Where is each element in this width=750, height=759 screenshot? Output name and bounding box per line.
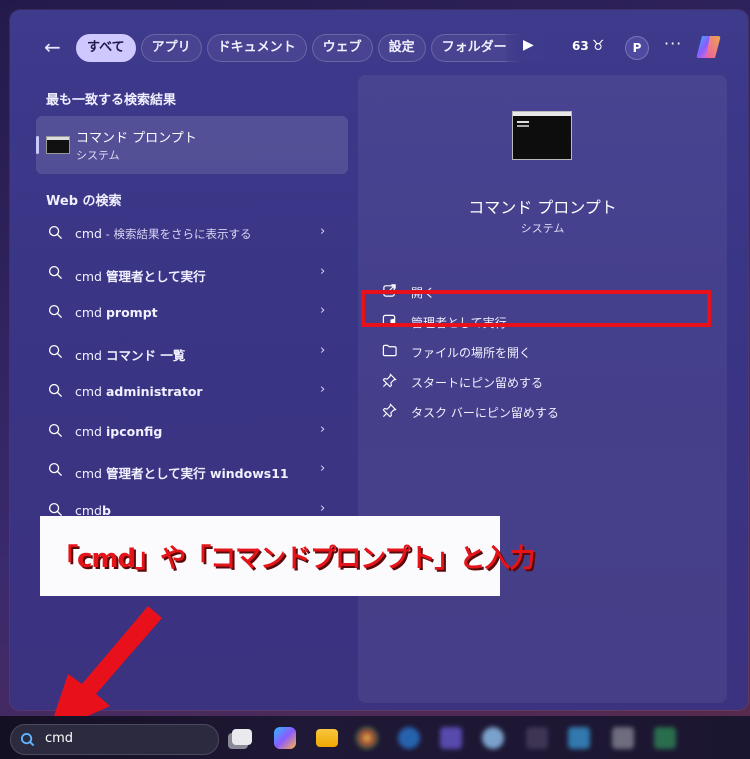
filter-bar: ← すべて アプリ ドキュメント ウェブ 設定 フォルダー ▶ 63 ♉ P ··… — [10, 34, 748, 62]
app-icon[interactable] — [526, 727, 548, 749]
chevron-right-icon: › — [320, 382, 326, 397]
search-icon — [48, 344, 63, 358]
search-icon — [48, 423, 63, 437]
file-explorer-icon[interactable] — [316, 729, 338, 747]
best-match-name: コマンド プロンプト — [76, 131, 197, 146]
web-result-label: cmd 管理者として実行 — [75, 268, 206, 284]
chevron-right-icon: › — [320, 342, 326, 358]
chrome-icon[interactable] — [356, 727, 378, 749]
web-result-item[interactable]: cmd 管理者として実行 windows11 › — [36, 452, 348, 492]
web-result-item[interactable]: cmd administrator › — [36, 373, 348, 413]
app-icon[interactable] — [398, 727, 420, 749]
web-result-item[interactable]: cmd prompt › — [36, 294, 348, 334]
annotation-banner: 「cmd」や「コマンドプロンプト」と入力 — [40, 516, 535, 596]
action-open-file-location[interactable]: ファイルの場所を開く — [372, 336, 712, 366]
best-match-item[interactable]: コマンド プロンプト システム — [36, 116, 348, 174]
more-options-icon[interactable]: ··· — [664, 34, 682, 53]
web-result-item[interactable]: cmd コマンド 一覧 › — [36, 334, 348, 374]
search-icon — [48, 225, 63, 240]
rewards-points[interactable]: 63 ♉ — [572, 38, 604, 54]
highlight-box — [361, 290, 711, 327]
command-prompt-large-icon — [512, 111, 572, 160]
chip-all[interactable]: すべて — [76, 34, 136, 62]
action-pin-to-taskbar[interactable]: タスク バーにピン留めする — [372, 396, 712, 426]
web-result-label: cmd administrator — [75, 384, 203, 399]
filter-chips: すべて アプリ ドキュメント ウェブ 設定 フォルダー — [76, 34, 535, 62]
copilot-taskbar-icon[interactable] — [274, 727, 296, 749]
detail-title: コマンド プロンプト — [468, 198, 617, 217]
folder-icon — [382, 344, 397, 357]
app-icon[interactable] — [482, 727, 504, 749]
web-result-label: cmd - 検索結果をさらに表示する — [75, 226, 252, 241]
chevron-right-icon: › — [320, 224, 326, 239]
search-icon — [48, 265, 63, 279]
web-result-label: cmd コマンド 一覧 — [75, 347, 186, 363]
app-icon[interactable] — [612, 727, 634, 749]
web-search-heading: Web の検索 — [46, 194, 122, 209]
copilot-icon[interactable] — [696, 34, 724, 60]
web-result-label: cmd 管理者として実行 windows11 — [75, 466, 289, 481]
task-view-icon[interactable] — [232, 729, 252, 745]
more-filters-button[interactable]: ▶ — [506, 34, 546, 62]
search-input[interactable]: cmd — [45, 731, 73, 746]
chevron-right-icon: › — [320, 500, 326, 516]
chevron-right-icon: › — [320, 461, 326, 476]
search-icon — [20, 732, 35, 747]
search-icon — [48, 304, 63, 319]
chevron-right-icon: › — [320, 303, 326, 318]
chevron-right-icon: › — [320, 263, 326, 279]
taskbar: cmd — [0, 716, 750, 759]
app-icon[interactable] — [568, 727, 590, 749]
annotation-text: 「cmd」や「コマンドプロンプト」と入力 — [52, 544, 535, 574]
chevron-right-icon: › — [320, 421, 326, 437]
selection-indicator — [36, 136, 39, 154]
search-icon — [48, 383, 63, 398]
chip-apps[interactable]: アプリ — [140, 34, 202, 62]
best-match-heading: 最も一致する検索結果 — [46, 93, 177, 108]
action-pin-to-start[interactable]: スタートにピン留めする — [372, 366, 712, 396]
play-icon: ▶ — [523, 37, 534, 53]
chip-documents[interactable]: ドキュメント — [206, 34, 307, 62]
detail-pane: コマンド プロンプト システム 開く 管理者として実行 ファイルの場所を開く ス… — [358, 75, 727, 703]
app-icon[interactable] — [654, 727, 676, 749]
chip-web[interactable]: ウェブ — [311, 34, 373, 62]
taskbar-search-box[interactable]: cmd — [10, 724, 219, 755]
medal-icon: ♉ — [591, 38, 605, 54]
web-results-list: cmd - 検索結果をさらに表示する › cmd 管理者として実行 › cmd prom… — [36, 215, 348, 531]
web-result-item[interactable]: cmd ipconfig › — [36, 413, 348, 453]
web-result-label: cmd prompt — [75, 305, 158, 320]
pin-icon — [382, 373, 397, 388]
command-prompt-icon — [46, 136, 70, 154]
best-match-type: システム — [76, 149, 120, 162]
web-result-label: cmd ipconfig — [75, 423, 163, 439]
web-result-item[interactable]: cmd - 検索結果をさらに表示する › — [36, 215, 348, 255]
search-icon — [48, 462, 63, 477]
search-icon — [48, 502, 63, 516]
chip-settings[interactable]: 設定 — [377, 34, 426, 62]
app-icon[interactable] — [440, 727, 462, 749]
back-arrow-icon[interactable]: ← — [44, 36, 66, 58]
pin-icon — [382, 403, 397, 418]
web-result-item[interactable]: cmd 管理者として実行 › — [36, 255, 348, 295]
detail-subtitle: システム — [520, 222, 565, 235]
avatar[interactable]: P — [625, 36, 649, 60]
